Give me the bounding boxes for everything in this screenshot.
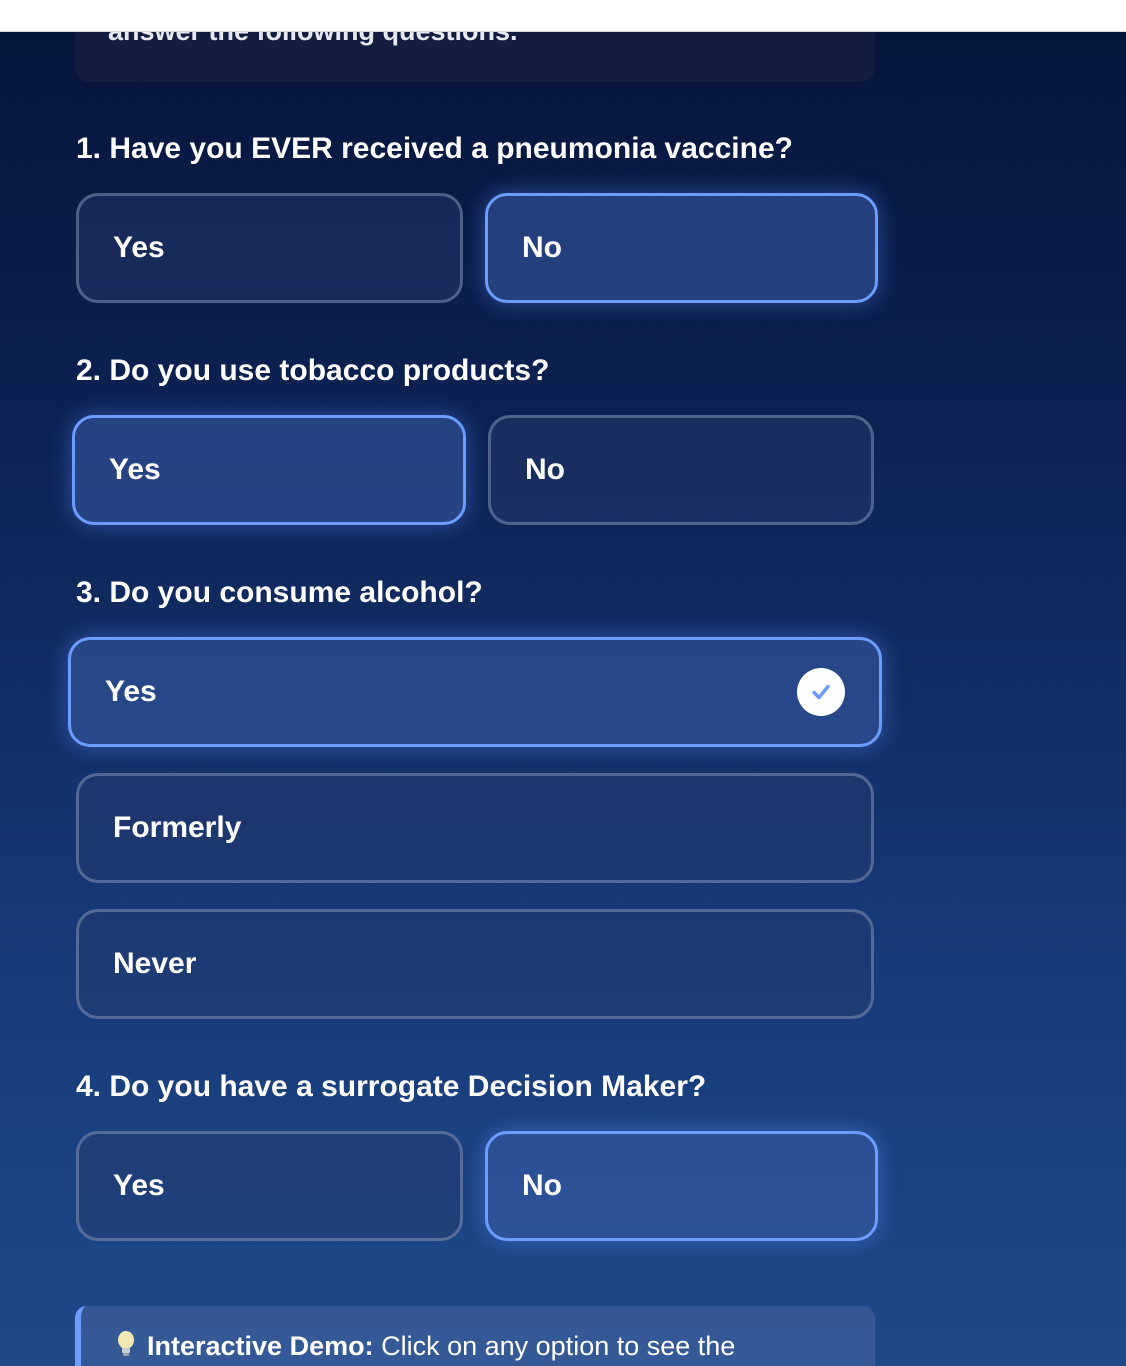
bookmark-favicon[interactable]	[928, 0, 960, 6]
question-3-label: 3. Do you consume alcohol?	[76, 576, 483, 609]
option-label: No	[525, 453, 565, 486]
bookmark-fragment[interactable]	[858, 0, 864, 2]
q4-option-no[interactable]: No	[485, 1131, 878, 1241]
q3-option-formerly[interactable]: Formerly	[76, 773, 874, 883]
check-icon	[797, 668, 845, 716]
q3-option-yes[interactable]: Yes	[68, 637, 882, 747]
option-label: No	[522, 1169, 562, 1202]
bookmark-favicon[interactable]	[466, 0, 498, 6]
lightbulb-icon	[115, 1330, 137, 1365]
intro-card: answer the following questions.	[75, 20, 875, 82]
q2-option-no[interactable]: No	[488, 415, 874, 525]
question-2-label: 2. Do you use tobacco products?	[76, 354, 550, 387]
q4-option-yes[interactable]: Yes	[76, 1131, 463, 1241]
intro-text: answer the following questions.	[108, 20, 518, 46]
demo-title: Interactive Demo:	[147, 1331, 374, 1361]
q1-option-no[interactable]: No	[485, 193, 878, 303]
bookmark-fragment[interactable]	[30, 0, 40, 2]
question-1-label: 1. Have you EVER received a pneumonia va…	[76, 132, 793, 165]
option-label: Yes	[109, 453, 161, 486]
interactive-demo-callout: Interactive Demo: Click on any option to…	[75, 1306, 875, 1366]
q1-option-yes[interactable]: Yes	[76, 193, 463, 303]
option-label: No	[522, 231, 562, 264]
bookmark-fragment[interactable]	[60, 0, 70, 2]
question-4-label: 4. Do you have a surrogate Decision Make…	[76, 1070, 707, 1103]
option-label: Never	[113, 947, 197, 980]
bookmark-favicon[interactable]	[118, 0, 144, 6]
option-label: Yes	[113, 231, 165, 264]
bookmark-favicon[interactable]	[180, 0, 212, 6]
option-label: Formerly	[113, 811, 242, 844]
option-label: Yes	[105, 675, 157, 708]
demo-text: Click on any option to see the	[381, 1331, 736, 1361]
q3-option-never[interactable]: Never	[76, 909, 874, 1019]
option-label: Yes	[113, 1169, 165, 1202]
q2-option-yes[interactable]: Yes	[72, 415, 466, 525]
